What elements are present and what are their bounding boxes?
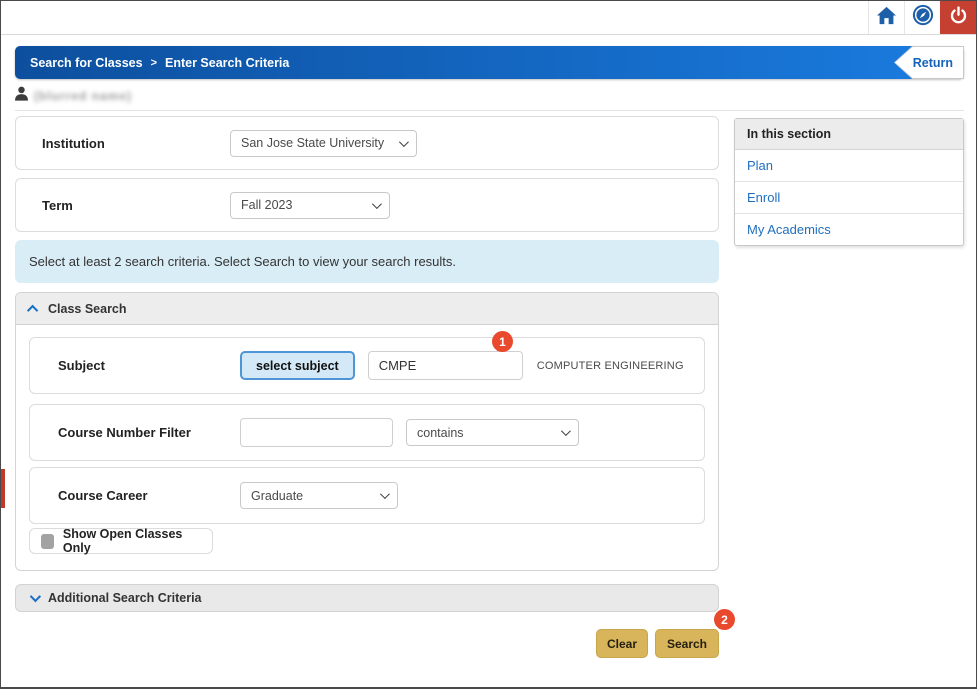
return-button[interactable]: Return [894,46,964,79]
course-career-select[interactable]: Graduate [240,482,398,509]
subject-label: Subject [58,358,240,373]
breadcrumb-parent[interactable]: Search for Classes [30,56,143,70]
course-number-filter-label: Course Number Filter [58,425,240,440]
top-bar [1,1,976,35]
show-open-classes-checkbox[interactable] [41,534,54,549]
term-value: Fall 2023 [241,198,292,212]
power-icon [949,6,968,30]
class-search-body: Subject select subject COMPUTER ENGINEER… [16,325,718,570]
show-open-classes-label: Show Open Classes Only [63,527,212,555]
course-number-input[interactable] [240,418,393,447]
expand-chevron-down-icon [30,591,41,602]
sidebar-link-my-academics[interactable]: My Academics [735,214,963,245]
user-name-redacted: (blurred name) [34,89,132,103]
divider [15,110,964,111]
additional-search-criteria-title: Additional Search Criteria [48,591,202,605]
chevron-down-icon [561,426,571,436]
in-this-section-title: In this section [735,119,963,150]
home-button[interactable] [868,1,904,34]
breadcrumb-current: Enter Search Criteria [165,56,289,70]
additional-search-criteria-header[interactable]: Additional Search Criteria [15,584,719,612]
show-open-classes-box: Show Open Classes Only [29,528,213,554]
clear-button[interactable]: Clear [596,629,648,658]
navbar-compass-icon [912,4,934,31]
sidebar-link-plan[interactable]: Plan [735,150,963,182]
user-row: (blurred name) [15,87,132,105]
class-search-title: Class Search [48,302,127,316]
class-search-section: Class Search Subject select subject COMP… [15,292,719,571]
institution-value: San Jose State University [241,136,384,150]
info-message-text: Select at least 2 search criteria. Selec… [29,254,456,269]
subject-row: Subject select subject COMPUTER ENGINEER… [29,337,705,394]
chevron-down-icon [380,489,390,499]
term-label: Term [42,198,230,213]
return-button-label: Return [895,47,963,78]
institution-row: Institution San Jose State University [15,116,719,170]
course-number-operator-value: contains [417,426,464,440]
step-badge-1: 1 [492,331,513,352]
course-career-row: Course Career Graduate [29,467,705,524]
sidebar-link-enroll[interactable]: Enroll [735,182,963,214]
term-row: Term Fall 2023 [15,178,719,232]
institution-label: Institution [42,136,230,151]
sign-out-button[interactable] [940,1,976,34]
institution-select[interactable]: San Jose State University [230,130,417,157]
left-edge-red-element [1,469,5,508]
search-button[interactable]: Search [655,629,719,658]
breadcrumb-bar: Search for Classes > Enter Search Criter… [15,46,964,79]
chevron-down-icon [399,137,409,147]
top-bar-actions [868,1,976,34]
collapse-chevron-up-icon [27,304,38,315]
chevron-down-icon [372,199,382,209]
navbar-button[interactable] [904,1,940,34]
course-number-operator-select[interactable]: contains [406,419,579,446]
app-window: Search for Classes > Enter Search Criter… [0,0,977,689]
home-icon [876,6,897,30]
course-career-value: Graduate [251,489,303,503]
subject-description: COMPUTER ENGINEERING [537,360,684,372]
user-icon [15,86,28,106]
select-subject-button[interactable]: select subject [240,351,355,380]
class-search-header[interactable]: Class Search [16,293,718,325]
breadcrumb-separator-icon: > [151,57,157,69]
course-career-label: Course Career [58,488,240,503]
step-badge-2: 2 [714,609,735,630]
in-this-section-panel: In this section Plan Enroll My Academics [734,118,964,246]
info-message: Select at least 2 search criteria. Selec… [15,240,719,283]
term-select[interactable]: Fall 2023 [230,192,390,219]
course-number-filter-row: Course Number Filter contains [29,404,705,461]
